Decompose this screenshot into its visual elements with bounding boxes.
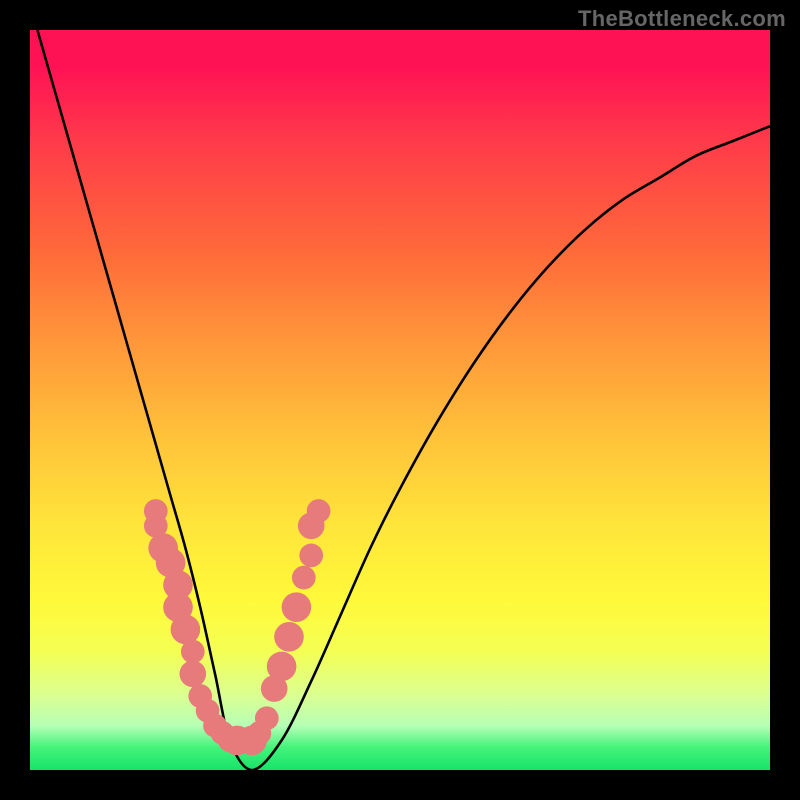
- data-marker: [267, 652, 297, 682]
- data-marker: [179, 660, 206, 687]
- bottleneck-curve: [37, 30, 770, 770]
- watermark-text: TheBottleneck.com: [578, 6, 786, 32]
- curve-layer: [30, 30, 770, 770]
- data-marker: [171, 615, 201, 645]
- plot-area: [30, 30, 770, 770]
- data-marker: [292, 566, 316, 590]
- data-marker: [299, 544, 323, 568]
- data-marker: [255, 706, 279, 730]
- data-marker: [274, 622, 304, 652]
- data-marker: [307, 499, 331, 523]
- marker-group: [144, 499, 330, 755]
- data-marker: [282, 592, 312, 622]
- data-marker: [181, 640, 205, 664]
- chart-frame: TheBottleneck.com: [0, 0, 800, 800]
